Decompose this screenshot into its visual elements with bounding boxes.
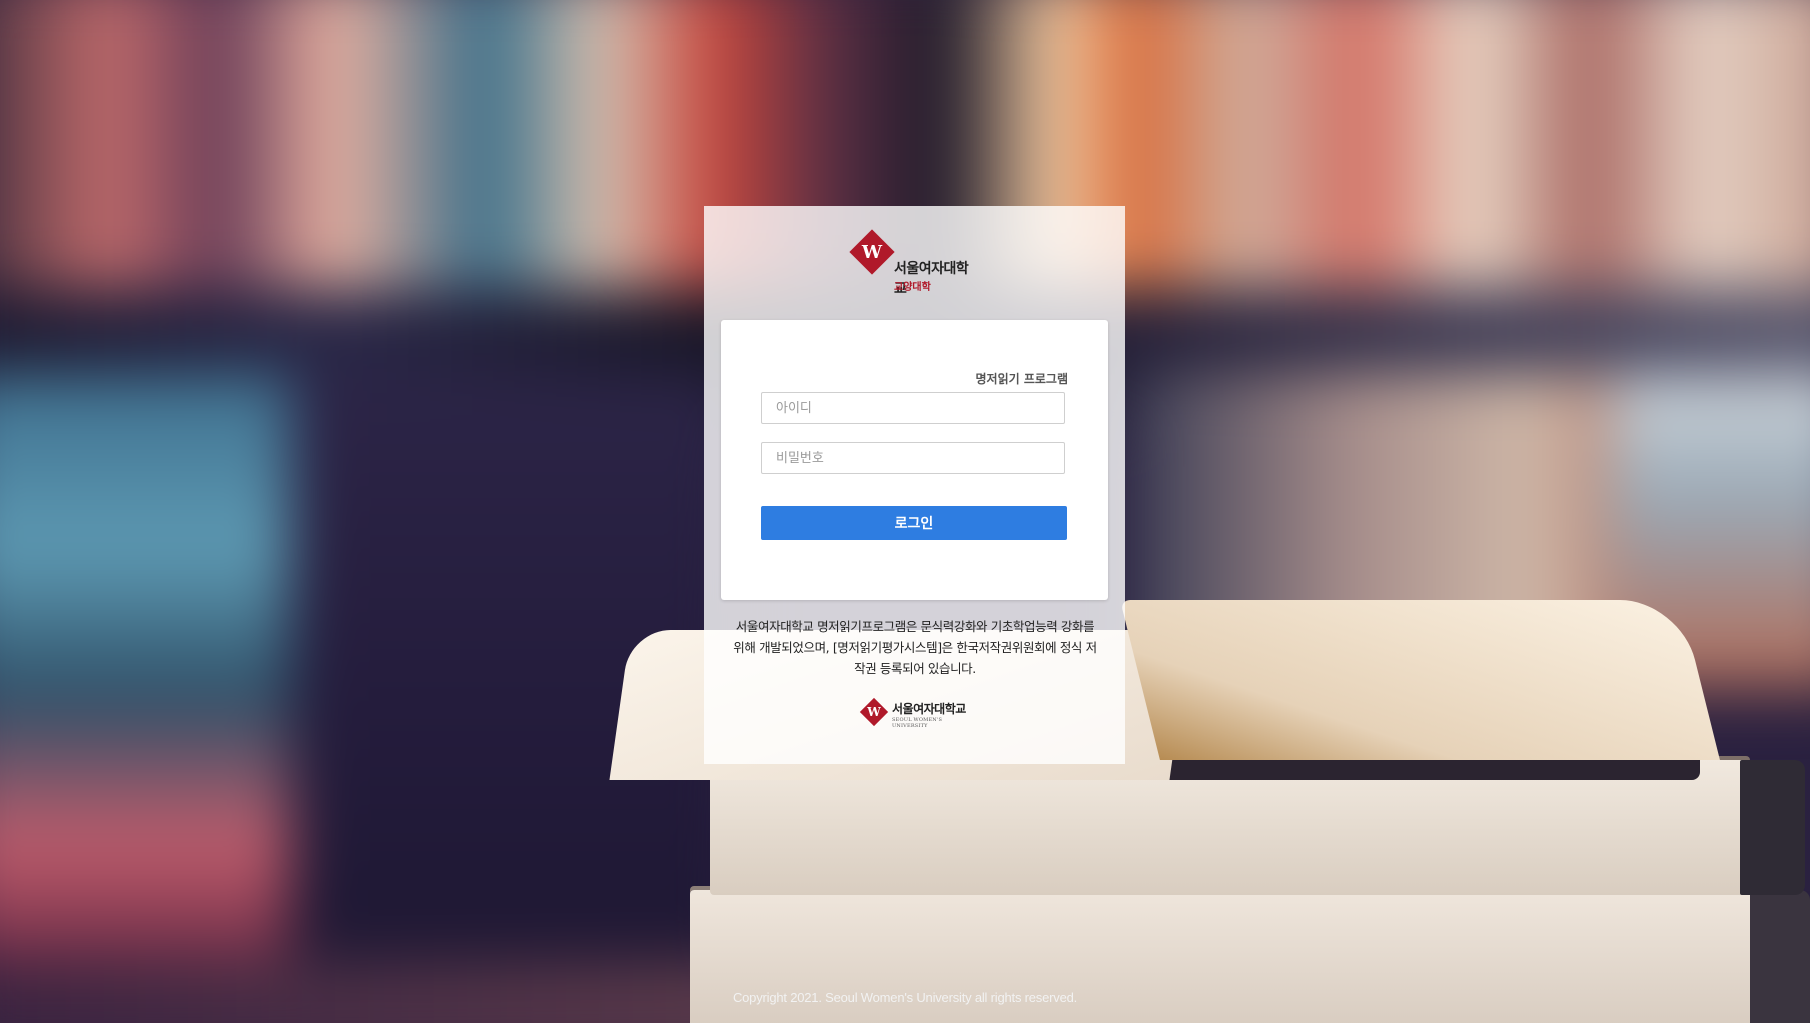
password-input[interactable] xyxy=(761,442,1065,474)
login-page: W 서울여자대학교 교양대학 명저읽기 프로그램 로그인 서울여자대학교 명저읽… xyxy=(0,0,1810,1023)
copyright-text: Copyright 2021. Seoul Women's University… xyxy=(732,990,1078,1005)
id-input[interactable] xyxy=(761,392,1065,424)
university-emblem-icon: W xyxy=(859,697,889,727)
university-name-footer: 서울여자대학교 xyxy=(892,702,966,716)
university-logo: W 서울여자대학교 교양대학 xyxy=(849,228,980,297)
login-button[interactable]: 로그인 xyxy=(761,506,1067,540)
university-logo-footer: W 서울여자대학교 SEOUL WOMEN'S UNIVERSITY xyxy=(858,694,978,730)
login-card: 명저읽기 프로그램 로그인 xyxy=(721,320,1108,600)
university-english-name: SEOUL WOMEN'S UNIVERSITY xyxy=(892,717,943,729)
login-panel: W 서울여자대학교 교양대학 명저읽기 프로그램 로그인 서울여자대학교 명저읽… xyxy=(704,206,1125,764)
college-name: 교양대학 xyxy=(894,282,931,293)
program-label: 명저읽기 프로그램 xyxy=(975,372,1069,386)
university-emblem-icon: W xyxy=(849,229,895,275)
program-description: 서울여자대학교 명저읽기프로그램은 문식력강화와 기초학업능력 강화를 위해 개… xyxy=(733,619,1097,676)
